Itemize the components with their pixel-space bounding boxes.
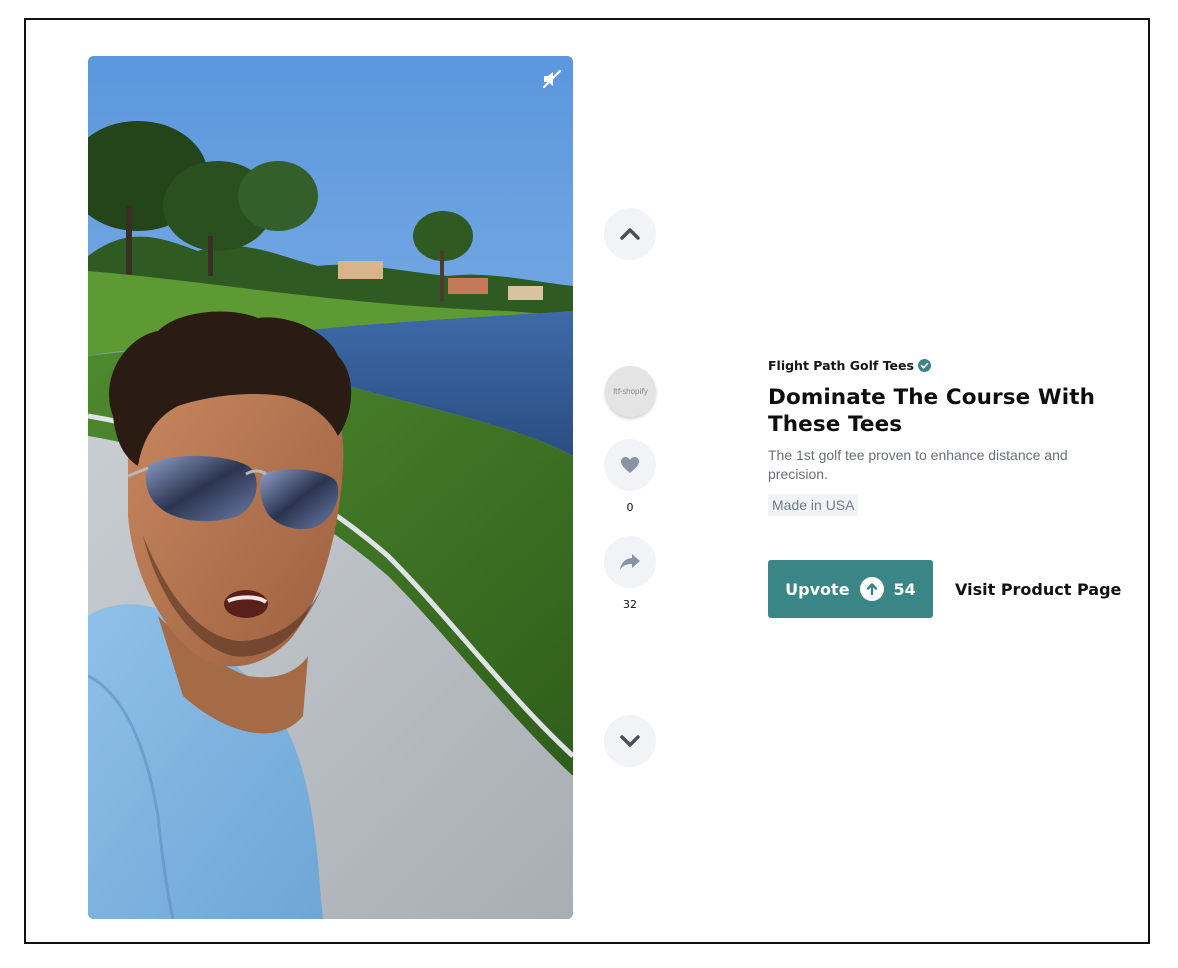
speaker-muted-icon: [542, 69, 562, 89]
like-button[interactable]: [604, 439, 656, 491]
upvote-button[interactable]: Upvote 54: [768, 560, 933, 618]
video-player[interactable]: [88, 56, 573, 919]
video-frame: [88, 56, 573, 919]
chevron-up-icon: [620, 228, 640, 240]
verified-badge-icon: [917, 358, 931, 372]
share-arrow-icon: [620, 554, 640, 570]
share-count: 32: [623, 598, 637, 611]
shop-avatar-label: ltf-shopify: [613, 387, 648, 396]
shop-avatar[interactable]: ltf-shopify: [605, 366, 656, 417]
upvote-label: Upvote: [785, 579, 850, 599]
brand-row: Flight Path Golf Tees: [768, 356, 1118, 374]
product-description: The 1st golf tee proven to enhance dista…: [768, 447, 1068, 482]
visit-product-page-link[interactable]: Visit Product Page: [955, 580, 1121, 599]
like-count: 0: [626, 501, 634, 514]
share-button[interactable]: [604, 536, 656, 588]
heart-icon: [621, 457, 639, 473]
upvote-count: 54: [893, 579, 916, 599]
brand-name[interactable]: Flight Path Golf Tees: [768, 358, 914, 373]
previous-video-button[interactable]: [604, 208, 656, 260]
chevron-down-icon: [620, 735, 640, 747]
product-title: Dominate The Course With These Tees: [768, 385, 1095, 437]
product-tag: Made in USA: [768, 494, 859, 516]
arrow-up-circle-icon: [859, 577, 884, 601]
product-actions: Upvote 54 Visit Product Page: [768, 560, 1121, 618]
next-video-button[interactable]: [604, 715, 656, 767]
mute-button[interactable]: [539, 68, 565, 90]
product-info: Flight Path Golf Tees Dominate The Cours…: [768, 356, 1118, 516]
